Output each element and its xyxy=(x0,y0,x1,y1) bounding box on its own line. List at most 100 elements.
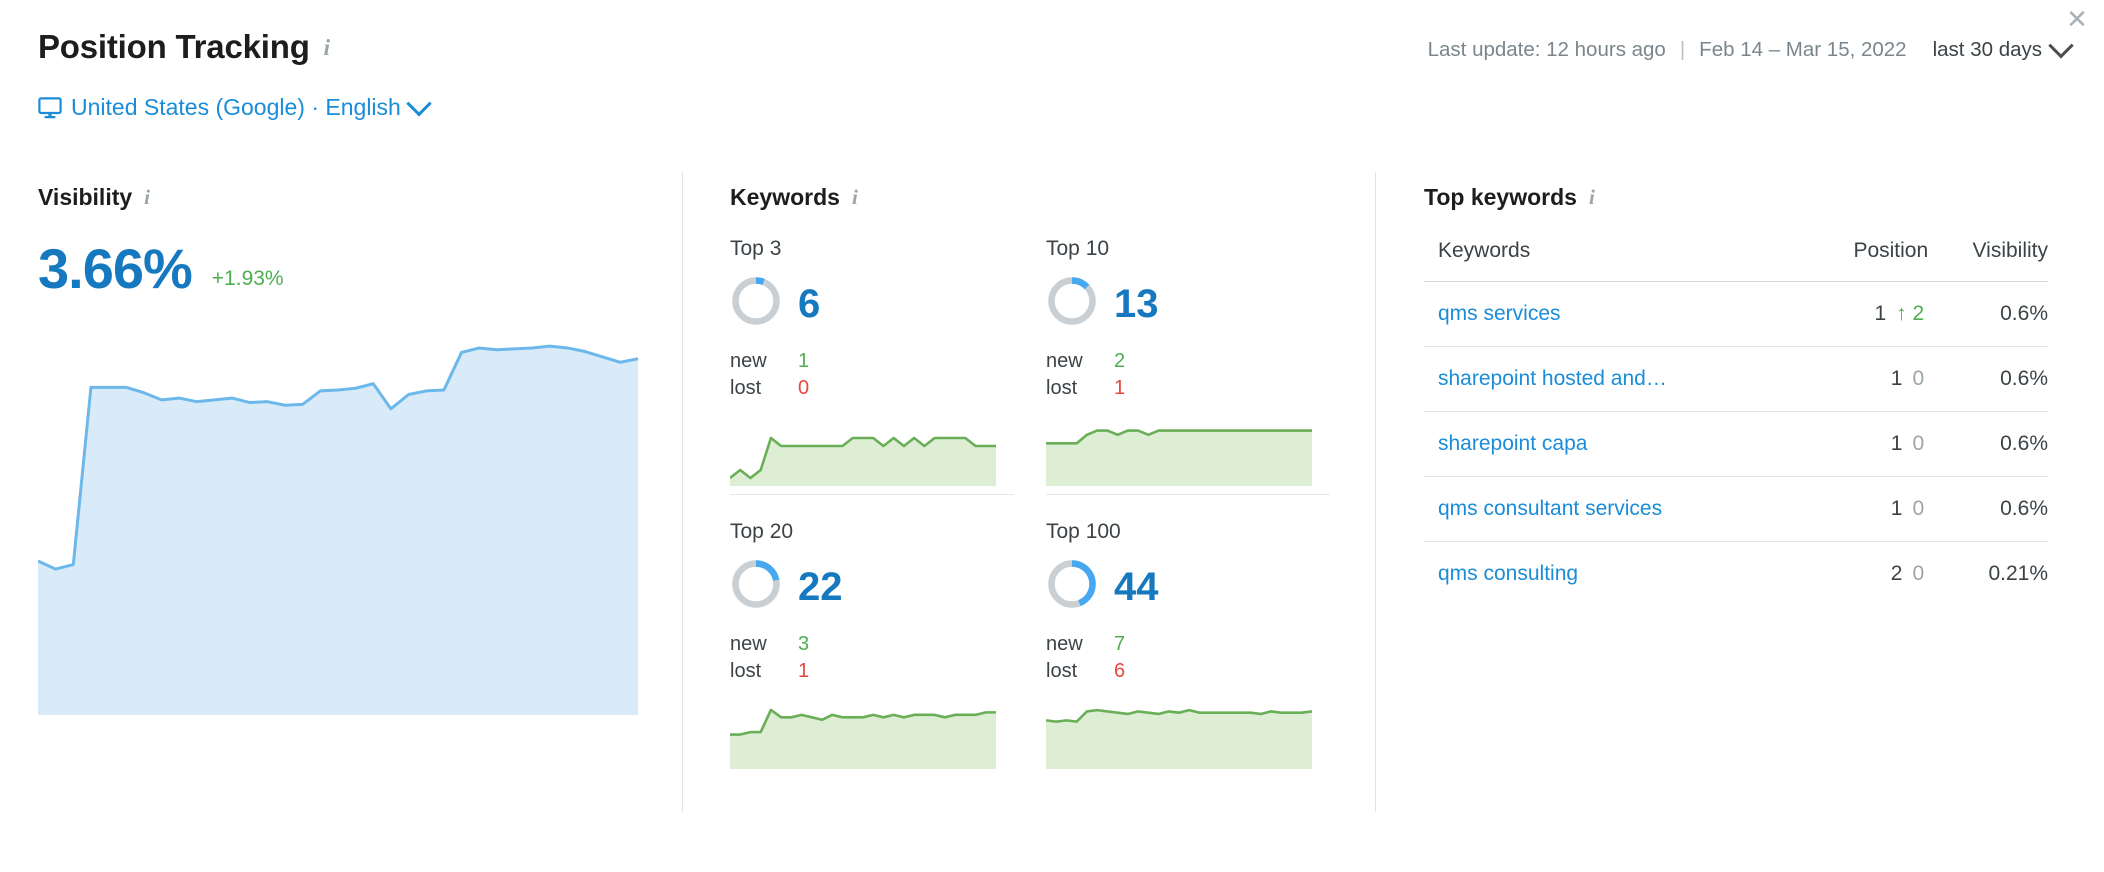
position-cell: 10 xyxy=(1810,477,1929,542)
keyword-trend-sparkline[interactable] xyxy=(1046,414,1312,486)
column-header-position[interactable]: Position xyxy=(1809,239,1929,282)
progress-ring-icon xyxy=(1046,558,1098,615)
info-icon[interactable]: i xyxy=(144,187,150,208)
chevron-down-icon xyxy=(2048,33,2074,59)
table-row: sharepoint capa 1 0 0.6% xyxy=(1424,411,2048,477)
keywords-panel: Keywords i Top 3 6 new 1 lost 0 Top 10 13 new 2 lo… xyxy=(730,184,1350,777)
visibility-cell: 0.6% xyxy=(2000,497,2048,520)
panel-divider-1 xyxy=(682,172,683,812)
visibility-cell: 0.6% xyxy=(2000,432,2048,455)
keyword-card-count[interactable]: 13 xyxy=(1114,284,1159,324)
new-label: new xyxy=(1046,350,1083,372)
keyword-card-count[interactable]: 6 xyxy=(798,284,820,324)
meta-separator: | xyxy=(1679,38,1686,61)
position-value: 1 xyxy=(1890,497,1903,520)
card-divider xyxy=(730,494,1014,495)
info-icon[interactable]: i xyxy=(1589,187,1595,208)
position-cell: 20 xyxy=(1810,542,1929,607)
keyword-card-count[interactable]: 22 xyxy=(798,567,843,607)
position-delta: 0 xyxy=(1912,497,1925,520)
stat-row-lost: lost 1 xyxy=(1046,375,1330,402)
period-selector[interactable]: last 30 days xyxy=(1932,33,2074,62)
position-value: 2 xyxy=(1890,562,1903,585)
position-cell: 10 xyxy=(1810,412,1929,477)
keyword-card-stats: new 2 lost 1 xyxy=(1046,348,1330,402)
panels-container: Visibility i 3.66% +1.93% Keywords i Top… xyxy=(0,150,2104,872)
chevron-down-icon xyxy=(406,90,432,116)
position-delta: 0 xyxy=(1912,367,1925,390)
lost-label: lost xyxy=(730,377,762,399)
stat-row-lost: lost 0 xyxy=(730,375,1046,402)
keywords-title-label: Keywords xyxy=(730,184,840,210)
keyword-card-label: Top 20 xyxy=(730,520,794,543)
position-value: 1 xyxy=(1890,432,1903,455)
keyword-card-count-row: 22 xyxy=(730,558,1046,615)
table-header-row: Keywords Position Visibility xyxy=(1424,239,2048,282)
visibility-delta: +1.93% xyxy=(211,267,284,290)
visibility-cell: 0.21% xyxy=(1988,562,2048,585)
info-icon[interactable]: i xyxy=(852,187,858,208)
stat-row-lost: lost 1 xyxy=(730,658,1046,685)
keywords-card-grid: Top 3 6 new 1 lost 0 Top 10 13 new 2 lost 1 Top 20 22… xyxy=(730,237,1350,777)
keyword-card-count-row: 44 xyxy=(1046,558,1330,615)
position-cell: 10 xyxy=(1810,347,1929,412)
position-value: 1 xyxy=(1890,367,1903,390)
position-cell: 1 ↑ 2 xyxy=(1810,282,1929,347)
visibility-cell: 0.6% xyxy=(2000,367,2048,390)
keyword-trend-sparkline[interactable] xyxy=(730,414,996,486)
domain-selector[interactable]: United States (Google) · English xyxy=(38,90,432,121)
table-row: qms consulting 2 0 0.21% xyxy=(1424,541,2048,607)
lost-label: lost xyxy=(1046,377,1078,399)
keyword-link[interactable]: sharepoint capa xyxy=(1424,412,1810,477)
column-header-keywords[interactable]: Keywords xyxy=(1424,239,1810,282)
keyword-card-label: Top 3 xyxy=(730,237,782,260)
table-body: qms services 1 ↑ 2 0.6% sharepoint hosted an… xyxy=(1424,281,2048,607)
visibility-panel: Visibility i 3.66% +1.93% xyxy=(38,184,638,715)
card-divider xyxy=(1046,494,1330,495)
stat-row-new: new 2 xyxy=(1046,348,1330,375)
stat-row-new: new 1 xyxy=(730,348,1046,375)
top-keywords-panel-title: Top keywords i xyxy=(1424,184,2064,211)
page-title: Position Tracking xyxy=(38,28,310,65)
progress-ring-icon xyxy=(730,558,782,615)
keyword-card-count-row: 13 xyxy=(1046,275,1330,332)
keyword-link[interactable]: sharepoint hosted and… xyxy=(1424,347,1810,412)
page-header: Position Tracking i United States (Googl… xyxy=(0,0,2104,150)
new-value: 3 xyxy=(798,633,810,655)
new-value: 7 xyxy=(1114,633,1126,655)
progress-ring-icon xyxy=(1046,275,1098,332)
stat-row-new: new 3 xyxy=(730,631,1046,658)
keyword-trend-sparkline[interactable] xyxy=(1046,697,1312,769)
position-value: 1 xyxy=(1874,302,1887,325)
table-row: qms consultant services 1 0 0.6% xyxy=(1424,476,2048,542)
keyword-card-count-row: 6 xyxy=(730,275,1046,332)
keyword-card-stats: new 1 lost 0 xyxy=(730,348,1046,402)
keyword-card-count[interactable]: 44 xyxy=(1114,567,1159,607)
new-value: 2 xyxy=(1114,350,1126,372)
keyword-link[interactable]: qms consultant services xyxy=(1424,477,1810,542)
visibility-area-chart[interactable] xyxy=(38,315,638,715)
keyword-card: Top 20 22 new 3 lost 1 xyxy=(730,494,1046,777)
lost-value: 0 xyxy=(798,377,810,399)
close-icon[interactable]: ✕ xyxy=(2064,7,2090,33)
lost-label: lost xyxy=(730,660,762,682)
date-range-label: Feb 14 – Mar 15, 2022 xyxy=(1699,38,1907,61)
keyword-link[interactable]: qms services xyxy=(1424,282,1810,347)
stat-row-new: new 7 xyxy=(1046,631,1330,658)
keyword-card-label: Top 100 xyxy=(1046,520,1121,543)
column-header-visibility[interactable]: Visibility xyxy=(1928,239,2048,282)
new-label: new xyxy=(730,350,767,372)
period-label: last 30 days xyxy=(1932,38,2042,61)
visibility-title-label: Visibility xyxy=(38,184,133,210)
keyword-trend-sparkline[interactable] xyxy=(730,697,996,769)
lost-value: 6 xyxy=(1114,660,1126,682)
keyword-card: Top 3 6 new 1 lost 0 xyxy=(730,237,1046,494)
page-title-row: Position Tracking i xyxy=(38,28,330,66)
info-icon[interactable]: i xyxy=(324,36,330,59)
progress-ring-icon xyxy=(730,275,782,332)
domain-label: United States (Google) · English xyxy=(71,94,401,120)
keyword-card-stats: new 7 lost 6 xyxy=(1046,631,1330,685)
position-delta: 0 xyxy=(1912,562,1925,585)
new-label: new xyxy=(730,633,767,655)
keyword-link[interactable]: qms consulting xyxy=(1424,542,1810,607)
